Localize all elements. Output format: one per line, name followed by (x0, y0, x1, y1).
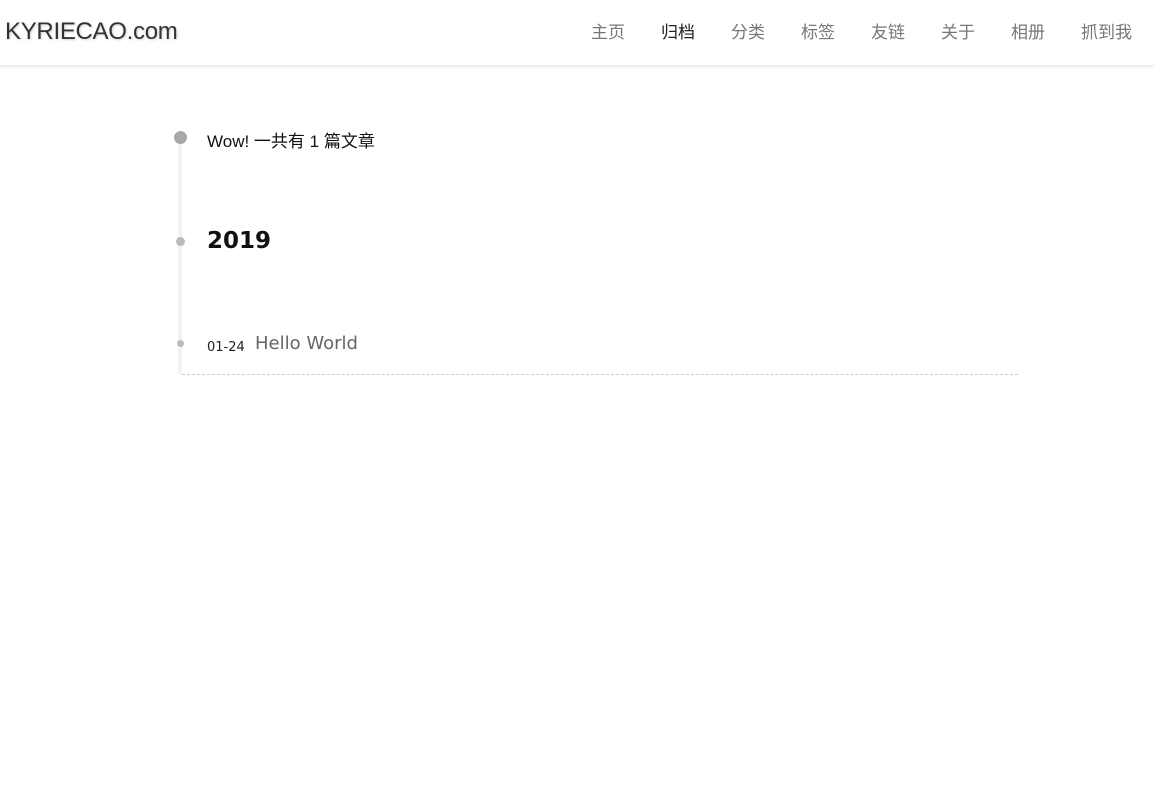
nav-item-links[interactable]: 友链 (871, 21, 905, 45)
nav-item-about[interactable]: 关于 (941, 21, 975, 45)
timeline-dot-count (174, 131, 187, 144)
nav-item-album[interactable]: 相册 (1011, 21, 1045, 45)
site-header: KYRIECAO.com 主页 归档 分类 标签 友链 关于 相册 抓到我 (0, 0, 1154, 66)
archive-timeline: Wow! 一共有 1 篇文章 2019 01-24 Hello World (0, 66, 1154, 805)
archive-count-text: Wow! 一共有 1 篇文章 (207, 132, 375, 151)
nav-item-categories[interactable]: 分类 (731, 21, 765, 45)
nav-item-home[interactable]: 主页 (591, 21, 625, 45)
nav-item-archive[interactable]: 归档 (661, 21, 695, 45)
nav-item-tags[interactable]: 标签 (801, 21, 835, 45)
site-title-link[interactable]: KYRIECAO.com (5, 18, 178, 46)
main-nav: 主页 归档 分类 标签 友链 关于 相册 抓到我 (555, 21, 1132, 45)
archive-year-heading: 2019 (207, 228, 272, 254)
nav-item-catch-me[interactable]: 抓到我 (1081, 21, 1132, 45)
post-title-link[interactable]: Hello World (255, 333, 358, 354)
archive-post-row: 01-24 Hello World (182, 328, 1018, 375)
post-date: 01-24 (207, 340, 245, 355)
timeline-dot-year (176, 237, 185, 246)
